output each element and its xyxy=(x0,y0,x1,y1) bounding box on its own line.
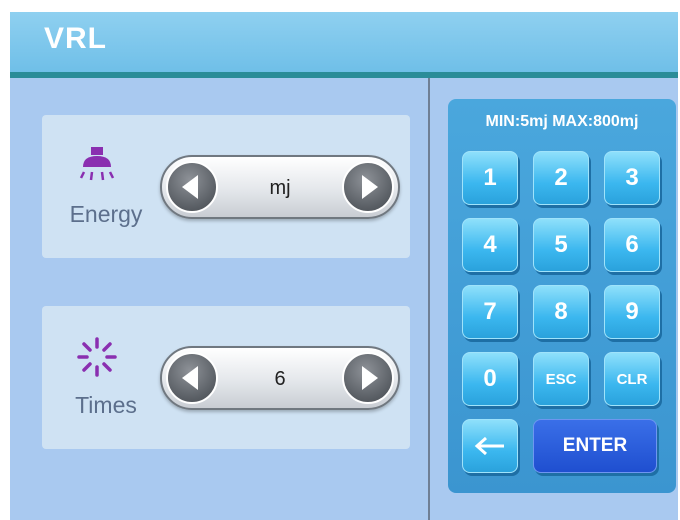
triangle-left-icon xyxy=(182,175,198,199)
key-3[interactable]: 3 xyxy=(604,151,660,205)
clear-button[interactable]: CLR xyxy=(604,352,660,406)
energy-label: Energy xyxy=(69,201,143,227)
energy-decrease-button[interactable] xyxy=(166,161,218,213)
times-stepper: 6 xyxy=(160,346,400,410)
times-label: Times xyxy=(75,392,137,418)
header-divider xyxy=(10,72,678,78)
key-2[interactable]: 2 xyxy=(533,151,589,205)
esc-button[interactable]: ESC xyxy=(533,352,589,406)
energy-stepper: mj xyxy=(160,155,400,219)
key-5[interactable]: 5 xyxy=(533,218,589,272)
key-7[interactable]: 7 xyxy=(462,285,518,339)
enter-button[interactable]: ENTER xyxy=(533,419,657,473)
sunburst-icon xyxy=(77,337,117,377)
energy-value: mj xyxy=(269,177,291,199)
page-title: VRL xyxy=(44,22,107,55)
app-screen: VRL Energy mj Times 6 MIN:5mj MAX:800mj … xyxy=(10,12,678,520)
range-hint: MIN:5mj MAX:800mj xyxy=(485,113,639,130)
triangle-left-icon xyxy=(182,366,198,390)
times-panel: Times 6 xyxy=(42,306,410,449)
lamp-icon xyxy=(79,147,115,181)
triangle-right-icon xyxy=(362,175,378,199)
times-decrease-button[interactable] xyxy=(166,352,218,404)
arrow-left-icon xyxy=(474,436,504,456)
energy-increase-button[interactable] xyxy=(342,161,394,213)
key-6[interactable]: 6 xyxy=(604,218,660,272)
backspace-button[interactable] xyxy=(462,419,518,473)
key-9[interactable]: 9 xyxy=(604,285,660,339)
key-4[interactable]: 4 xyxy=(462,218,518,272)
key-0[interactable]: 0 xyxy=(462,352,518,406)
numeric-keypad: MIN:5mj MAX:800mj 1 2 3 4 5 6 7 8 9 0 ES… xyxy=(448,99,676,493)
triangle-right-icon xyxy=(362,366,378,390)
times-value: 6 xyxy=(274,368,286,390)
panel-divider xyxy=(428,78,430,520)
key-1[interactable]: 1 xyxy=(462,151,518,205)
energy-panel: Energy mj xyxy=(42,115,410,258)
key-8[interactable]: 8 xyxy=(533,285,589,339)
times-increase-button[interactable] xyxy=(342,352,394,404)
header-bar: VRL xyxy=(10,12,678,72)
